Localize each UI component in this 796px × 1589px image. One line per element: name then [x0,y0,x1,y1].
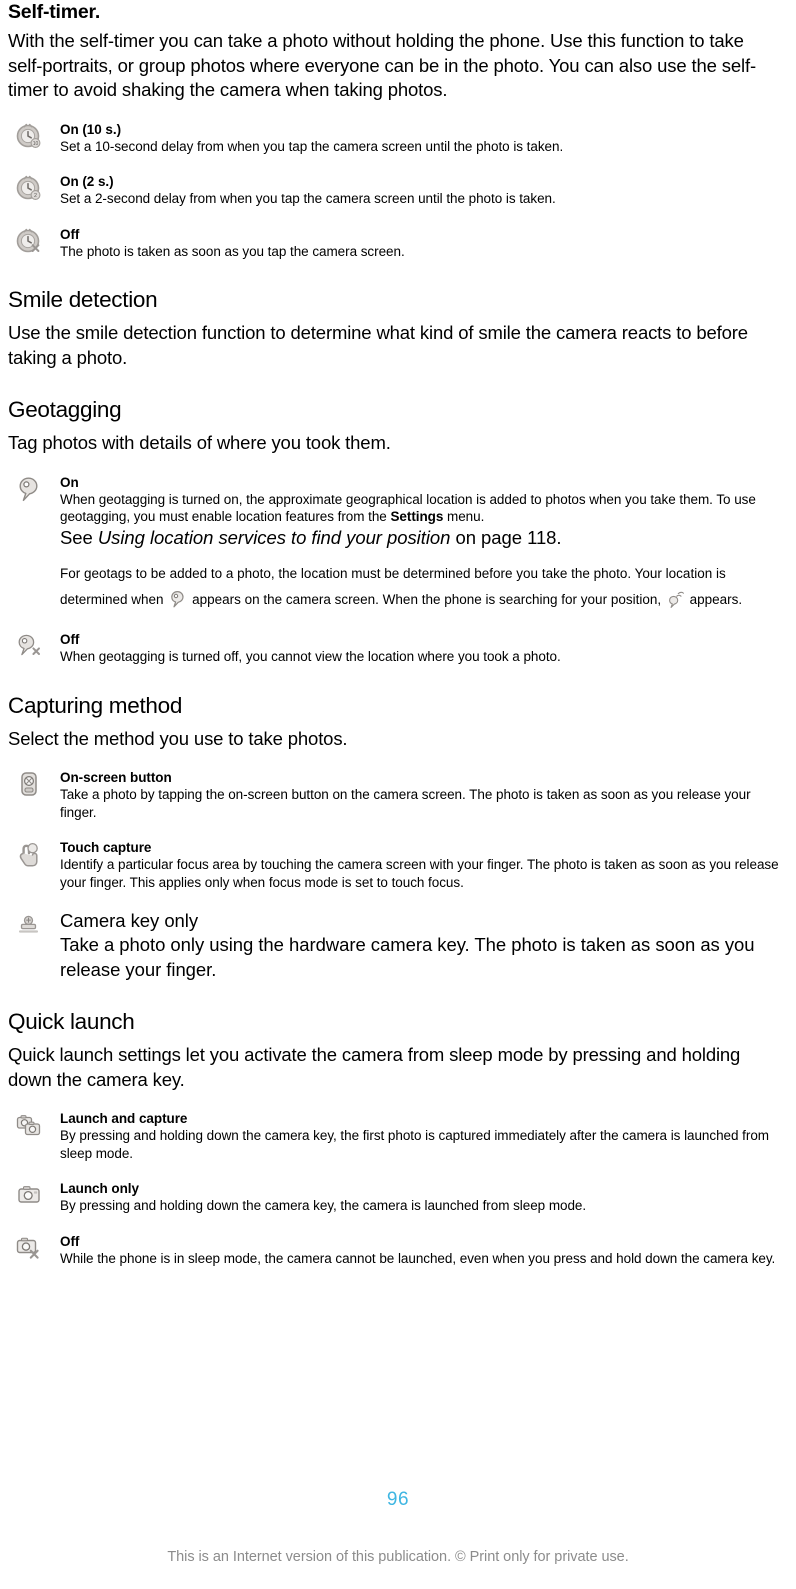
option-geotagging-on: On When geotagging is turned on, the app… [8,474,782,614]
desc-bold-settings: Settings [390,509,444,524]
xref-pre: See [60,526,98,548]
option-title: Camera key only [60,910,199,931]
camera-key-icon [14,910,44,938]
footer-note: This is an Internet version of this publ… [167,1549,629,1565]
option-quick-launch-off: Off While the phone is in sleep mode, th… [8,1233,782,1268]
heading-quick-launch: Quick launch [8,1009,135,1034]
quick-launch-off-icon [14,1234,44,1262]
intro-quick-launch: Quick launch settings let you activate t… [8,1044,741,1090]
option-list-self-timer: 10 On (10 s.) Set a 10-second delay from… [8,121,782,261]
option-self-timer-on-2s: 2 On (2 s.) Set a 2-second delay from wh… [8,173,782,208]
option-self-timer-off: Off The photo is taken as soon as you ta… [8,226,782,261]
option-title: On-screen button [60,770,172,785]
on-screen-button-icon [14,770,44,798]
option-description: Identify a particular focus area by touc… [60,857,779,890]
xref-title: Using location services to find your pos… [97,526,451,548]
option-title: Launch and capture [60,1111,188,1126]
option-title: Launch only [60,1181,139,1196]
geotag-on-icon [14,475,44,503]
option-title: Off [60,632,80,647]
option-title: On (10 s.) [60,121,122,137]
svg-text:10: 10 [33,141,39,147]
heading-capturing-method: Capturing method [8,692,183,718]
option-title: Off [60,1233,80,1249]
launch-and-capture-icon [14,1111,44,1139]
option-self-timer-on-10s: 10 On (10 s.) Set a 10-second delay from… [8,121,782,156]
option-title: On [60,474,79,490]
option-title: On (2 s.) [60,174,114,189]
intro-geotagging: Tag photos with details of where you too… [8,432,391,453]
option-list-quick-launch: Launch and capture By pressing and holdi… [8,1110,782,1267]
note-post: appears. [685,592,743,607]
self-timer-2s-icon: 2 [14,174,44,202]
heading-smile-detection: Smile detection [8,287,158,312]
option-list-geotagging: On When geotagging is turned on, the app… [8,474,782,666]
option-on-screen-button: On-screen button Take a photo by tapping… [8,769,782,821]
option-launch-and-capture: Launch and capture By pressing and holdi… [8,1110,782,1162]
option-description: Take a photo only using the hardware cam… [60,934,755,980]
option-title: Off [60,226,80,242]
option-geotagging-off: Off When geotagging is turned off, you c… [8,631,782,666]
option-description: The photo is taken as soon as you tap th… [60,243,405,259]
option-description: Take a photo by tapping the on-screen bu… [60,787,751,820]
option-description: When geotagging is turned off, you canno… [60,649,561,664]
launch-only-icon [14,1181,44,1209]
self-timer-10s-icon: 10 [14,122,44,150]
option-description: Set a 2-second delay from when you tap t… [60,191,556,206]
option-note-geotags: For geotags to be added to a photo, the … [60,561,782,613]
option-description: While the phone is in sleep mode, the ca… [60,1250,776,1266]
option-title: Touch capture [60,840,152,855]
note-mid: appears on the camera screen. When the p… [188,592,665,607]
option-launch-only: Launch only By pressing and holding down… [8,1180,782,1215]
desc-part-2: menu. [443,509,485,524]
document-page: Self-timer. With the self-timer you can … [0,0,796,1589]
location-searching-icon [667,590,684,609]
heading-geotagging: Geotagging [8,397,122,422]
option-description: When geotagging is turned on, the approx… [60,491,782,526]
option-touch-capture: Touch capture Identify a particular focu… [8,839,782,891]
option-description: Set a 10-second delay from when you tap … [60,138,564,154]
heading-self-timer: Self-timer. [8,1,101,23]
xref-post: on page 118. [450,526,562,548]
intro-capturing-method: Select the method you use to take photos… [8,727,348,749]
intro-self-timer: With the self-timer you can take a photo… [8,30,756,100]
svg-text:2: 2 [34,193,37,199]
option-description: By pressing and holding down the camera … [60,1198,587,1213]
page-number: 96 [386,1489,410,1510]
geotag-off-icon [14,632,44,660]
option-list-capturing-method: On-screen button Take a photo by tapping… [8,769,782,982]
option-cross-reference: See Using location services to find your… [60,526,782,551]
touch-capture-icon [14,840,44,868]
self-timer-off-icon [14,227,44,255]
location-found-icon [169,590,186,609]
intro-smile-detection: Use the smile detection function to dete… [8,322,748,368]
option-camera-key-only: Camera key only Take a photo only using … [8,909,782,982]
option-description: By pressing and holding down the camera … [60,1128,769,1161]
